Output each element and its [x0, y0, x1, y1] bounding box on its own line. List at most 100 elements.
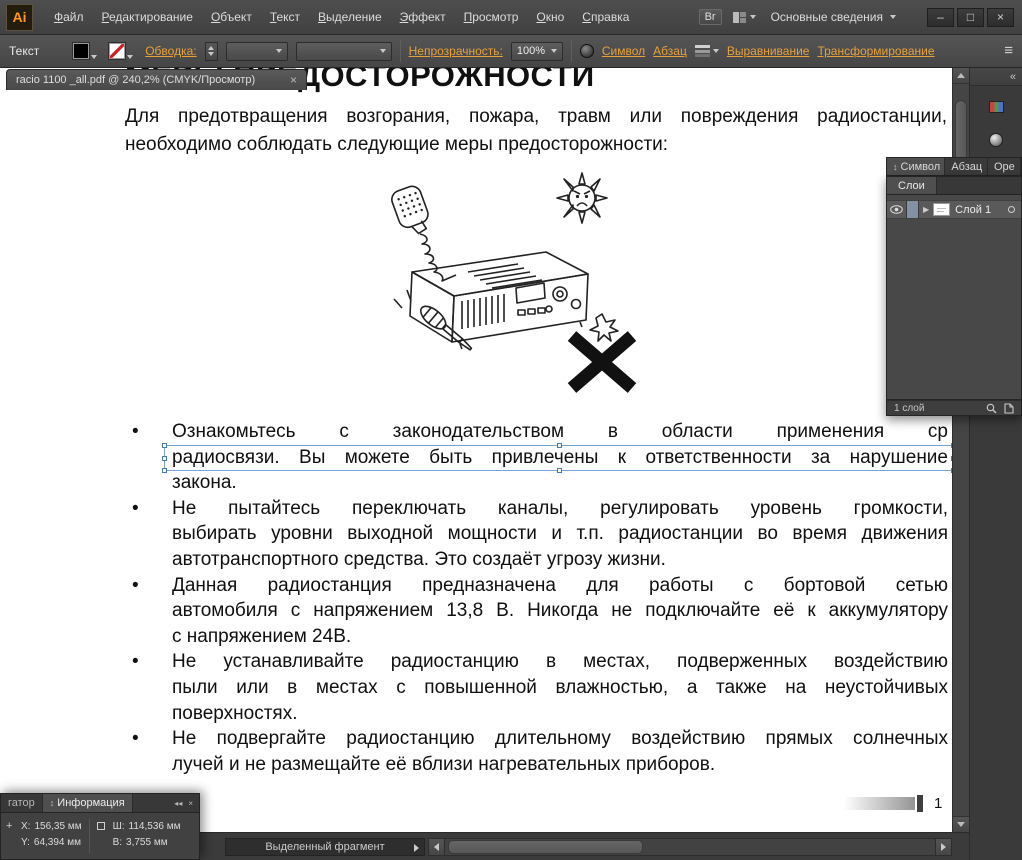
- selection-handle[interactable]: [557, 443, 562, 448]
- menu-edit[interactable]: Редактирование: [93, 6, 202, 28]
- transform-link[interactable]: Трансформирование: [817, 44, 934, 58]
- dock-header[interactable]: «: [970, 68, 1022, 86]
- screwdriver-icon: [417, 302, 476, 355]
- step-down-icon[interactable]: [208, 52, 214, 56]
- variable-width-combo[interactable]: [296, 42, 392, 61]
- selection-handle[interactable]: [162, 456, 167, 461]
- locate-object-icon[interactable]: [986, 403, 997, 414]
- stroke-color-control[interactable]: [109, 43, 133, 59]
- visibility-toggle[interactable]: [887, 201, 907, 218]
- collapse-panel-icon[interactable]: ◂◂: [174, 799, 182, 808]
- restore-button[interactable]: □: [957, 8, 984, 27]
- paragraph-styles-control[interactable]: [695, 45, 719, 57]
- workspace-label: Основные сведения: [771, 10, 883, 24]
- fill-color-control[interactable]: [73, 43, 97, 59]
- mic-cord: [420, 234, 456, 281]
- document-canvas[interactable]: МЕРЫ ПРЕДОСТОРОЖНОСТИ Для предотвращения…: [0, 68, 952, 832]
- menu-effect[interactable]: Эффект: [391, 6, 455, 28]
- chevron-down-icon: [750, 15, 756, 19]
- text-line: с напряжением 24В.: [172, 624, 948, 650]
- tab-opentype[interactable]: Оре: [988, 158, 1021, 175]
- horizontal-scrollbar[interactable]: [428, 838, 952, 856]
- chevron-down-icon: [276, 49, 282, 53]
- selection-bounding-box[interactable]: [164, 445, 952, 471]
- size-column: Ш:114,536 мм В:3,755 мм: [97, 819, 181, 859]
- color-panel-button[interactable]: [984, 97, 1008, 117]
- scroll-right-button[interactable]: [935, 838, 952, 856]
- menu-view[interactable]: Просмотр: [455, 6, 528, 28]
- menu-select[interactable]: Выделение: [309, 6, 391, 28]
- tab-character[interactable]: ↕ Символ: [887, 158, 945, 175]
- text-line: Не подвергайте радиостанцию длительному …: [172, 726, 948, 752]
- tab-paragraph-label: Абзац: [951, 161, 982, 173]
- stroke-none-swatch[interactable]: [109, 43, 125, 59]
- graphic-style-swatch-icon[interactable]: [580, 44, 594, 58]
- menu-window[interactable]: Окно: [527, 6, 573, 28]
- expand-dock-icon[interactable]: «: [1010, 71, 1016, 83]
- step-up-icon[interactable]: [208, 46, 214, 50]
- selection-handle[interactable]: [557, 468, 562, 473]
- eye-icon: [890, 205, 903, 214]
- arrange-documents-button[interactable]: [733, 12, 756, 23]
- color-panel-icon: [989, 101, 1004, 113]
- bridge-button[interactable]: Br: [699, 9, 722, 25]
- layer-thumbnail[interactable]: [933, 203, 950, 216]
- opacity-combo[interactable]: 100%: [511, 42, 563, 61]
- fill-swatch[interactable]: [73, 43, 89, 59]
- align-link[interactable]: Выравнивание: [727, 44, 810, 58]
- horizontal-scroll-thumb[interactable]: [448, 840, 643, 854]
- close-button[interactable]: ×: [987, 8, 1014, 27]
- horizontal-scroll-track[interactable]: [445, 838, 935, 856]
- layer-name[interactable]: Слой 1: [955, 204, 991, 216]
- tab-layers[interactable]: Слои: [887, 177, 937, 194]
- lock-toggle-cell[interactable]: [907, 201, 919, 218]
- stroke-weight-combo[interactable]: [226, 42, 288, 61]
- info-header-icons: ◂◂ ×: [174, 794, 199, 812]
- new-layer-icon[interactable]: [1004, 403, 1014, 414]
- text-line: автомобиля с напряжением 13,8 В. Никогда…: [172, 598, 948, 624]
- status-expand-icon[interactable]: [414, 844, 419, 852]
- minimize-button[interactable]: –: [927, 8, 954, 27]
- gradient-panel-button[interactable]: [984, 130, 1008, 150]
- opacity-link[interactable]: Непрозрачность:: [409, 44, 503, 58]
- expand-layer-icon[interactable]: ▶: [923, 205, 929, 214]
- text-line: закона.: [172, 470, 948, 496]
- selection-handle[interactable]: [162, 468, 167, 473]
- illustrator-logo: Ai: [6, 4, 33, 31]
- close-panel-icon[interactable]: ×: [188, 799, 193, 808]
- status-indicator[interactable]: Выделенный фрагмент: [225, 838, 425, 856]
- stroke-link[interactable]: Обводка:: [145, 44, 196, 58]
- tab-paragraph[interactable]: Абзац: [945, 158, 988, 175]
- page-number: 1: [934, 795, 942, 812]
- layer-target-icon[interactable]: [1008, 206, 1015, 213]
- menu-help[interactable]: Справка: [573, 6, 638, 28]
- stroke-weight-stepper[interactable]: [205, 42, 218, 61]
- layers-panel-header: Слои: [886, 176, 1022, 195]
- list-item: • Не устанавливайте радиостанцию в места…: [130, 649, 948, 726]
- selection-handle[interactable]: [162, 443, 167, 448]
- layers-panel: Слои ▶ Слой 1 1 слой: [886, 176, 1022, 416]
- document-tab[interactable]: racio 1100 _all.pdf @ 240,2% (CMYK/Просм…: [6, 69, 307, 90]
- tab-navigator[interactable]: гатор: [1, 794, 42, 812]
- menu-file[interactable]: Файл: [45, 6, 93, 28]
- workspace-switcher[interactable]: Основные сведения: [767, 8, 900, 26]
- menu-type[interactable]: Текст: [261, 6, 309, 28]
- paragraph-panel-link[interactable]: Абзац: [653, 44, 687, 58]
- motion-lines: [394, 290, 411, 308]
- arrow-down-icon: [957, 822, 965, 827]
- scroll-left-button[interactable]: [428, 838, 445, 856]
- tab-info-label: Информация: [57, 797, 124, 809]
- character-panel-link[interactable]: Символ: [602, 44, 645, 58]
- scroll-up-button[interactable]: [953, 68, 969, 84]
- arrange-documents-icon: [733, 12, 746, 23]
- control-panel-menu-icon[interactable]: ≡: [1004, 46, 1013, 56]
- tab-info[interactable]: ↕ Информация: [42, 794, 133, 812]
- radio-illustration[interactable]: [350, 168, 660, 403]
- gradient-panel-icon: [989, 133, 1003, 147]
- scroll-down-button[interactable]: [953, 816, 969, 832]
- menu-object[interactable]: Объект: [202, 6, 261, 28]
- tab-close-icon[interactable]: ×: [290, 73, 297, 87]
- cycle-panel-icon: ↕: [50, 798, 55, 808]
- selection-type-label: Текст: [9, 44, 39, 58]
- layer-row[interactable]: ▶ Слой 1: [887, 200, 1021, 219]
